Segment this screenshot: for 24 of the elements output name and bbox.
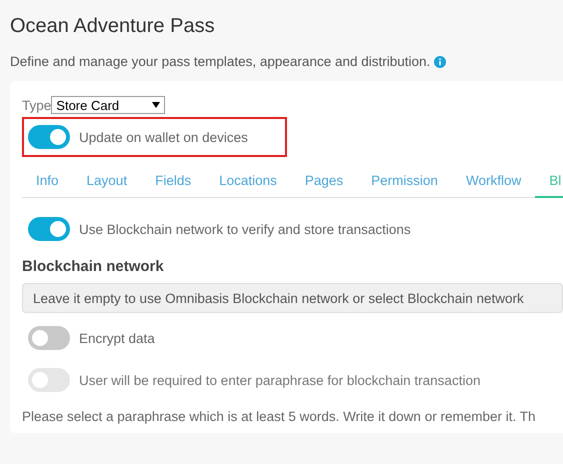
caret-icon <box>152 102 160 108</box>
tab[interactable]: Locations <box>205 167 291 197</box>
type-label: Type <box>22 98 52 112</box>
network-field[interactable]: Leave it empty to use Omnibasis Blockchain network or select Blockchain network <box>22 283 563 313</box>
toggle-switch[interactable] <box>28 217 70 241</box>
tab[interactable]: Workflow <box>452 167 536 197</box>
tab[interactable]: Fields <box>141 167 206 197</box>
toggle-switch[interactable] <box>28 125 70 149</box>
tab[interactable]: Layout <box>72 167 142 197</box>
info-icon[interactable] <box>434 56 446 68</box>
tab[interactable]: Bl <box>535 167 563 198</box>
page-description: Define and manage your pass templates, appearance and distribution. <box>10 54 430 69</box>
toggle-label: Encrypt data <box>79 330 155 346</box>
page-title: Ocean Adventure Pass <box>10 14 216 38</box>
toggle-switch[interactable] <box>28 326 70 350</box>
help-text: Please select a paraphrase which is at least 5 words. Write it down or remember it. Th <box>22 409 536 424</box>
section-heading: Blockchain network <box>22 258 165 275</box>
toggle-label: User will be required to enter paraphrase for blockchain transaction <box>79 372 480 388</box>
toggle-label: Use Blockchain network to verify and store transactions <box>79 222 411 236</box>
tab[interactable]: Permission <box>357 167 452 197</box>
toggle-label: Update on wallet on devices <box>79 130 248 144</box>
tab[interactable]: Pages <box>290 167 358 197</box>
type-dropdown[interactable]: Store Card <box>51 96 166 114</box>
tab[interactable]: Info <box>22 167 73 197</box>
